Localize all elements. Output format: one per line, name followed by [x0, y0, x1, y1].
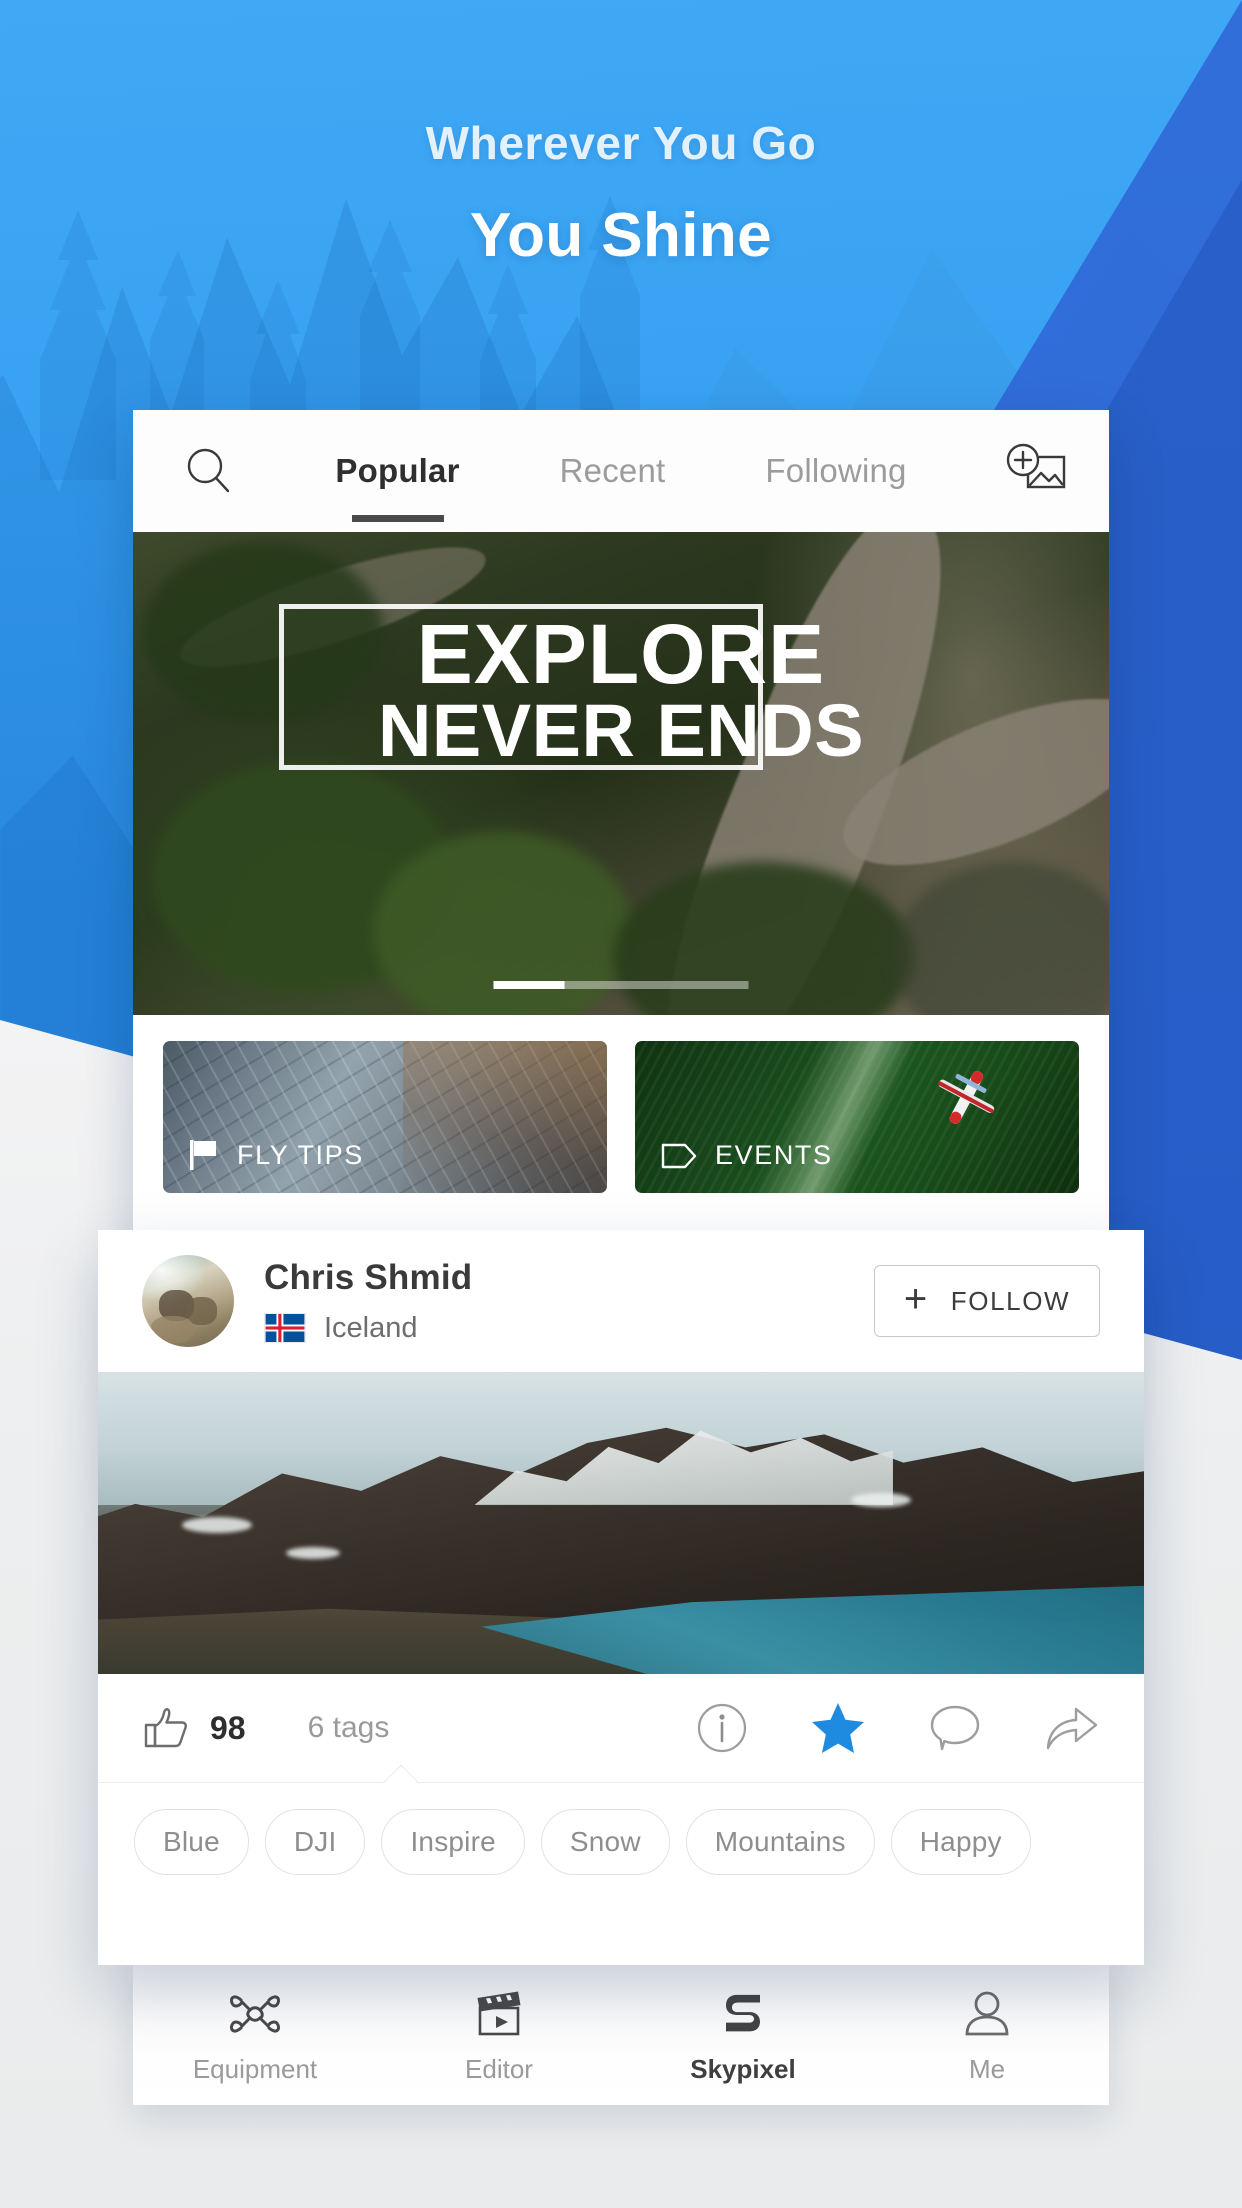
post-photo-snow-patch — [851, 1492, 912, 1507]
iceland-flag-icon — [264, 1313, 306, 1343]
nav-label: Editor — [465, 2053, 533, 2084]
hero-title: EXPLORE NEVER ENDS — [133, 607, 1109, 772]
comment-icon[interactable] — [928, 1703, 982, 1753]
like-group[interactable]: 98 — [142, 1705, 246, 1751]
nav-item-equipment[interactable]: Equipment — [133, 1986, 377, 2085]
carousel-progress[interactable] — [493, 981, 749, 989]
tag-chip[interactable]: Happy — [890, 1809, 1031, 1875]
carousel-segment[interactable] — [687, 981, 749, 989]
nav-item-editor[interactable]: Editor — [377, 1986, 621, 2085]
category-label: EVENTS — [715, 1140, 833, 1170]
avatar[interactable] — [142, 1255, 234, 1347]
follow-button-label: FOLLOW — [950, 1285, 1071, 1316]
like-count: 98 — [210, 1709, 246, 1746]
tag-chip[interactable]: DJI — [264, 1809, 366, 1875]
tag-chip[interactable]: Mountains — [685, 1809, 875, 1875]
carousel-segment-active[interactable] — [493, 981, 565, 989]
star-icon[interactable] — [810, 1701, 866, 1755]
category-label-group: EVENTS — [661, 1140, 833, 1171]
info-icon[interactable] — [696, 1702, 748, 1754]
category-label: FLY TIPS — [237, 1139, 364, 1170]
nav-label: Skypixel — [690, 2053, 796, 2084]
user-meta: Chris Shmid Iceland — [264, 1258, 874, 1345]
user-location: Iceland — [324, 1311, 418, 1344]
carousel-segment[interactable] — [625, 981, 688, 989]
category-photo-highlight — [402, 1041, 607, 1193]
tab-popular[interactable]: Popular — [285, 452, 509, 490]
carousel-segment[interactable] — [564, 981, 626, 989]
tab-following[interactable]: Following — [715, 452, 956, 490]
category-card-row: FLY TIPS EVENTS — [133, 1015, 1109, 1223]
tag-chip[interactable]: Snow — [540, 1809, 670, 1875]
clapperboard-icon — [472, 1986, 526, 2040]
hero-carousel[interactable]: EXPLORE NEVER ENDS — [133, 532, 1109, 1015]
category-card-fly-tips[interactable]: FLY TIPS — [163, 1041, 607, 1193]
tag-chip-rail: Blue DJI Inspire Snow Mountains Happy — [98, 1782, 1144, 1905]
search-icon[interactable] — [181, 443, 237, 499]
bottom-navigation-bar: Equipment Editor Skypixel Me — [133, 1965, 1109, 2105]
top-tab-bar: Popular Recent Following — [133, 410, 1109, 532]
user-location-group: Iceland — [264, 1312, 874, 1345]
tag-chip[interactable]: Blue — [134, 1809, 249, 1875]
screenshot-stage: Wherever You Go You Shine Popular Recent… — [0, 0, 1242, 2208]
tab-recent[interactable]: Recent — [510, 452, 716, 490]
thumbs-up-icon[interactable] — [142, 1705, 190, 1751]
tag-chip[interactable]: Inspire — [381, 1809, 525, 1875]
nav-item-skypixel[interactable]: Skypixel — [621, 1986, 865, 2085]
feed-post-card: Chris Shmid Iceland + FOLLOW 98 6 tags B… — [98, 1230, 1144, 1965]
hero-title-line2: NEVER ENDS — [377, 688, 865, 772]
post-header: Chris Shmid Iceland + FOLLOW — [98, 1230, 1144, 1372]
avatar-rock — [151, 1315, 194, 1344]
skypixel-logo-icon — [716, 1986, 770, 2040]
share-icon[interactable] — [1044, 1703, 1100, 1753]
tab-list: Popular Recent Following — [237, 452, 1005, 490]
tag-icon — [661, 1143, 697, 1168]
post-action-bar: 98 6 tags — [98, 1674, 1144, 1782]
drone-icon — [228, 1986, 282, 2040]
post-photo-snow-patch — [181, 1516, 252, 1533]
user-name[interactable]: Chris Shmid — [264, 1258, 874, 1298]
plus-icon: + — [903, 1277, 929, 1321]
nav-label: Equipment — [192, 2053, 318, 2084]
hero-title-line1: EXPLORE — [416, 607, 826, 701]
airplane-graphic — [937, 1071, 995, 1125]
promo-subtitle: Wherever You Go — [425, 117, 817, 169]
nav-item-me[interactable]: Me — [865, 1986, 1109, 2085]
category-label-group: FLY TIPS — [189, 1139, 364, 1171]
flag-icon — [190, 1140, 216, 1170]
promo-title: You Shine — [469, 201, 773, 270]
follow-button[interactable]: + FOLLOW — [874, 1265, 1100, 1337]
add-photo-icon[interactable] — [1005, 442, 1067, 500]
category-card-events[interactable]: EVENTS — [635, 1041, 1079, 1193]
post-photo[interactable] — [98, 1372, 1144, 1674]
promo-headline-group: Wherever You Go You Shine — [0, 116, 1242, 271]
person-icon — [960, 1986, 1014, 2040]
tags-count[interactable]: 6 tags — [308, 1711, 390, 1745]
nav-label: Me — [968, 2053, 1006, 2084]
action-icon-group — [696, 1701, 1100, 1755]
